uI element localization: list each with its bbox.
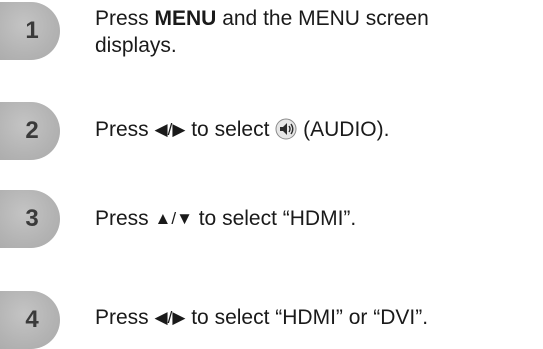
step-number-badge: 3 (0, 190, 60, 248)
instruction-text: (AUDIO). (297, 118, 390, 141)
step-number: 1 (25, 17, 39, 44)
left-right-arrows-icon: ◀/▶ (154, 120, 186, 139)
instruction-text: Press (95, 118, 155, 141)
step-instruction: Press ◀/▶ to select (AUDIO). (95, 116, 389, 143)
step-number: 4 (25, 306, 39, 333)
instruction-text: to select “HDMI” or “DVI”. (185, 306, 429, 329)
step-number-badge: 1 (0, 2, 60, 60)
step-instruction: Press ▲/▼ to select “HDMI”. (95, 205, 356, 232)
instruction-text: displays. (95, 34, 177, 57)
step-number: 2 (25, 117, 39, 144)
left-right-arrows-icon: ◀/▶ (154, 308, 186, 327)
instruction-text: to select “HDMI”. (192, 207, 357, 230)
menu-key-label: MENU (154, 7, 217, 30)
instruction-text: Press (95, 7, 155, 30)
step-number-badge: 2 (0, 102, 60, 160)
instruction-text: and the MENU screen (216, 7, 429, 30)
instruction-text: to select (185, 118, 276, 141)
step-number: 3 (25, 205, 39, 232)
step-2: 2 Press ◀/▶ to select (AUDIO). (0, 102, 543, 162)
step-4: 4 Press ◀/▶ to select “HDMI” or “DVI”. (0, 283, 543, 349)
audio-icon (275, 118, 297, 140)
up-down-arrows-icon: ▲/▼ (154, 209, 193, 228)
step-number-badge: 4 (0, 291, 60, 349)
step-1: 1 Press MENU and the MENU screen display… (0, 0, 543, 75)
instruction-text: Press (95, 306, 155, 329)
instruction-text: Press (95, 207, 155, 230)
step-3: 3 Press ▲/▼ to select “HDMI”. (0, 190, 543, 250)
step-instruction: Press ◀/▶ to select “HDMI” or “DVI”. (95, 304, 428, 331)
step-instruction: Press MENU and the MENU screen displays. (95, 5, 429, 59)
